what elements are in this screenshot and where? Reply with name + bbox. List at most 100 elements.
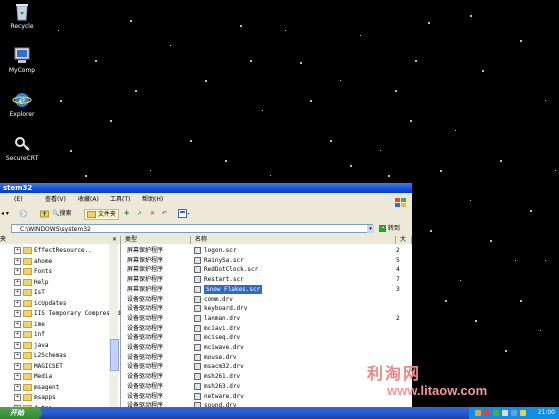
- toolbar: ◂ ▾ 🔍搜索 文件夹 ✚ ➚ ✕ ↶: [0, 206, 412, 220]
- tree-item[interactable]: + IsT: [14, 288, 45, 297]
- desktop-icon-mycomp[interactable]: MyComp: [0, 47, 44, 74]
- folder-icon: [23, 394, 32, 401]
- snowflake: [540, 330, 541, 331]
- file-name: mciwave.drv: [204, 344, 244, 351]
- address-dropdown-icon[interactable]: ▾: [367, 225, 374, 233]
- tree-item[interactable]: + ime: [14, 320, 45, 329]
- expand-icon[interactable]: +: [14, 257, 21, 265]
- back-arrow-icon[interactable]: ◂ ▾: [1, 209, 9, 218]
- file-row[interactable]: 设备驱动程序 mciavi.drv: [121, 324, 412, 333]
- recycle-bin-icon: [12, 3, 32, 21]
- tray-app-icon[interactable]: [493, 410, 499, 416]
- tray-network-icon[interactable]: [511, 410, 517, 416]
- expand-icon[interactable]: +: [14, 331, 21, 338]
- tray-app-icon[interactable]: [502, 410, 508, 416]
- file-row[interactable]: 设备驱动程序 mciwave.drv: [121, 343, 412, 352]
- views-icon[interactable]: [178, 209, 190, 218]
- tree-item[interactable]: + IIS Temporary Compressed: [14, 309, 121, 318]
- menu-view[interactable]: 查看(V): [45, 195, 66, 204]
- file-icon: [194, 295, 201, 303]
- menu-favorites[interactable]: 收藏(A): [78, 195, 99, 204]
- search-button[interactable]: 🔍搜索: [52, 209, 72, 218]
- expand-icon[interactable]: +: [14, 394, 21, 401]
- tree-item[interactable]: + EffectResource..: [14, 246, 92, 255]
- snowflake: [415, 60, 417, 62]
- tree-item-label: msagent: [34, 383, 60, 391]
- expand-icon[interactable]: +: [14, 278, 21, 286]
- file-row[interactable]: 屏幕保护程序 RedDotClock.scr 4: [121, 265, 412, 274]
- window-titlebar[interactable]: stem32: [0, 183, 412, 193]
- desktop-icon-explorer[interactable]: e Explorer: [0, 91, 44, 118]
- file-type: 设备驱动程序: [127, 353, 164, 361]
- column-type[interactable]: 类型: [121, 236, 191, 244]
- snowflake: [520, 40, 522, 42]
- expand-icon[interactable]: +: [14, 362, 21, 370]
- close-pane-icon[interactable]: ✕: [112, 236, 117, 244]
- folder-icon: [23, 341, 32, 349]
- tree-item[interactable]: + Media: [14, 372, 52, 381]
- tree-item[interactable]: + java: [14, 341, 48, 350]
- tree-item[interactable]: + msagent: [14, 383, 59, 392]
- tray-volume-icon[interactable]: [520, 410, 526, 416]
- file-row[interactable]: 设备驱动程序 lanman.drv 2: [121, 314, 412, 323]
- snowflake: [95, 60, 97, 62]
- desktop-icon-recycle[interactable]: Recycle: [0, 3, 44, 30]
- file-size: 5: [396, 256, 400, 264]
- expand-icon[interactable]: +: [14, 247, 21, 254]
- file-row[interactable]: 设备驱动程序 mciseq.drv: [121, 333, 412, 342]
- expand-icon[interactable]: +: [14, 299, 21, 307]
- expand-icon[interactable]: +: [14, 352, 21, 359]
- expand-icon[interactable]: +: [14, 310, 21, 317]
- delete-icon[interactable]: ✕: [150, 209, 155, 218]
- tree-item[interactable]: + inf: [14, 330, 45, 339]
- tree-item[interactable]: + icUpdates: [14, 299, 67, 308]
- file-row[interactable]: 设备驱动程序 comm.drv: [121, 295, 412, 304]
- tree-item[interactable]: + Help: [14, 278, 48, 287]
- tray-app-icon[interactable]: [484, 410, 490, 416]
- file-row[interactable]: 设备驱动程序 keyboard.drv: [121, 304, 412, 313]
- expand-icon[interactable]: +: [14, 373, 21, 380]
- file-row[interactable]: 屏幕保护程序 Snow Flakes.scr 3: [121, 284, 412, 294]
- move-to-icon[interactable]: ✚: [124, 209, 129, 218]
- tree-item[interactable]: + L2Schemas: [14, 351, 67, 360]
- tree-item[interactable]: + msapps: [14, 393, 56, 402]
- address-input[interactable]: C:\WINDOWS\system32: [11, 224, 373, 233]
- go-button[interactable]: → 转到: [379, 224, 409, 234]
- snowflake: [285, 30, 286, 31]
- snowflake: [428, 22, 430, 24]
- file-type: 设备驱动程序: [127, 324, 164, 332]
- tree-item-label: icUpdates: [34, 299, 67, 307]
- file-row[interactable]: 屏幕保护程序 Restart.scr 7: [121, 275, 412, 284]
- svg-text:e: e: [19, 94, 26, 107]
- expand-icon[interactable]: +: [14, 268, 21, 275]
- column-name[interactable]: 名称: [191, 236, 396, 244]
- copy-to-icon[interactable]: ➚: [137, 209, 142, 218]
- snowflake: [240, 25, 242, 27]
- start-button[interactable]: 开始: [0, 407, 42, 419]
- snowflake: [85, 175, 87, 177]
- menu-help[interactable]: 帮助(H): [142, 195, 163, 204]
- undo-icon[interactable]: ↶: [162, 209, 167, 218]
- tree-item[interactable]: + MAGICSET: [14, 362, 63, 371]
- up-folder-icon[interactable]: [40, 209, 49, 218]
- expand-icon[interactable]: +: [14, 289, 21, 296]
- expand-icon[interactable]: +: [14, 320, 21, 328]
- file-row[interactable]: 屏幕保护程序 RainySa.scr 5: [121, 256, 412, 265]
- tree-scrollbar[interactable]: [109, 244, 119, 419]
- menu-tools[interactable]: 工具(T): [110, 195, 130, 204]
- forward-arrow-icon[interactable]: [19, 209, 28, 218]
- desktop-icon-securecrt[interactable]: SecureCRT: [0, 135, 44, 162]
- column-size[interactable]: 大: [396, 236, 412, 244]
- tray-app-icon[interactable]: [475, 410, 481, 416]
- folders-button[interactable]: 文件夹: [84, 209, 119, 220]
- clock[interactable]: 21:00: [538, 407, 555, 419]
- scroll-thumb[interactable]: [110, 339, 119, 371]
- expand-icon[interactable]: +: [14, 383, 21, 391]
- tree-item[interactable]: + Fonts: [14, 267, 52, 276]
- expand-icon[interactable]: +: [14, 341, 21, 349]
- file-row[interactable]: 屏幕保护程序 logon.scr 2: [121, 246, 412, 255]
- go-label: 转到: [387, 225, 400, 232]
- menu-edit[interactable]: (E): [14, 195, 22, 204]
- tree-item[interactable]: + ahome: [14, 257, 52, 266]
- file-icon: [194, 334, 201, 342]
